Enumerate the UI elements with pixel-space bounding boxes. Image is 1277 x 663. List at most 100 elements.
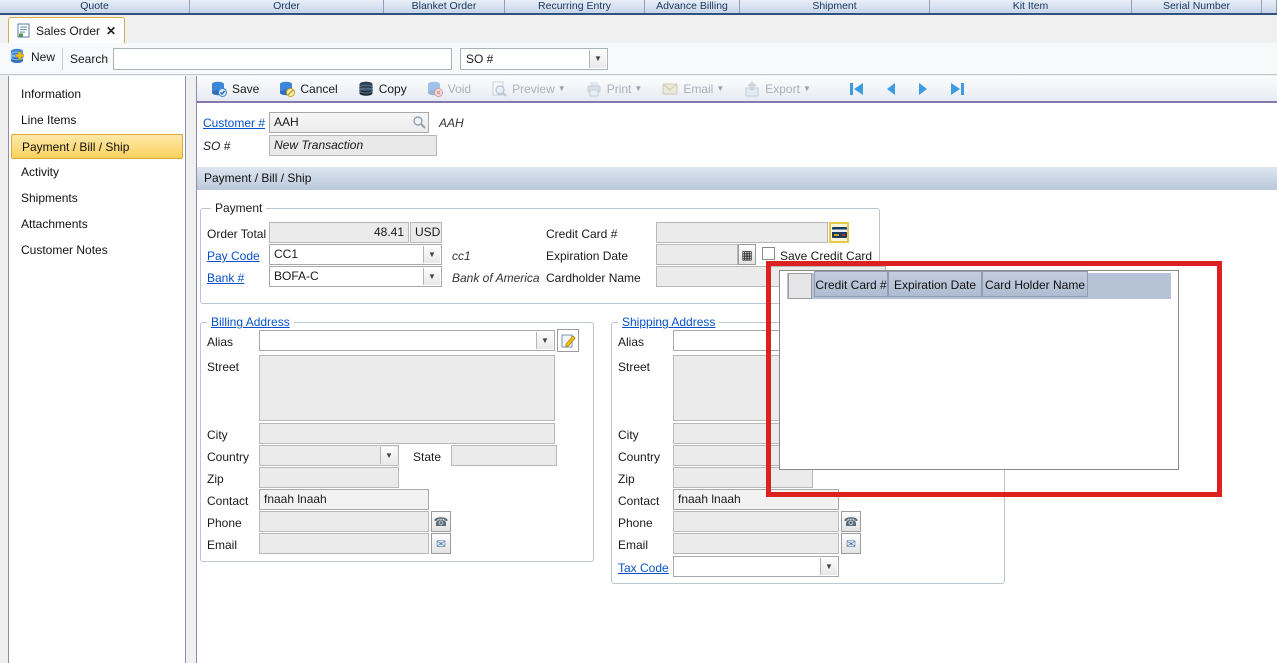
void-button[interactable]: Void [419,79,479,99]
telephone-icon[interactable]: ☎ [841,511,861,532]
save-credit-card-label: Save Credit Card [780,249,873,263]
shipping-city-label: City [618,428,639,442]
chevron-down-icon: ▼ [557,84,566,93]
grid-column-card-holder-name[interactable]: Card Holder Name [982,271,1088,297]
bank-number-select[interactable]: BOFA-C ▼ [269,266,442,287]
sidebar-item-activity[interactable]: Activity [11,160,183,185]
edit-address-pencil-icon[interactable] [557,329,579,352]
credit-card-input[interactable] [656,222,828,243]
chevron-down-icon[interactable]: ▼ [423,246,440,263]
copy-button[interactable]: Copy [350,79,415,99]
module-tab-shipment[interactable]: Shipment [740,0,930,13]
shipping-street-label: Street [618,360,651,374]
export-icon [745,81,759,96]
module-tab-quote[interactable]: Quote [0,0,190,13]
chevron-down-icon[interactable]: ▼ [423,268,440,285]
billing-address-link[interactable]: Billing Address [207,315,294,329]
close-icon[interactable]: ✕ [106,24,116,38]
export-button[interactable]: Export ▼ [736,79,819,99]
magnifier-icon[interactable] [412,115,426,130]
search-filter-select[interactable]: SO # ▼ [460,48,608,70]
order-total-input: 48.41 [269,222,409,243]
expiration-date-input[interactable] [656,244,738,265]
bank-echo: Bank of America [452,271,540,285]
shipping-email-input[interactable] [673,533,839,554]
envelope-icon[interactable]: ✉ [431,533,451,554]
saved-credit-cards-grid[interactable]: Credit Card # Expiration Date Card Holde… [779,270,1179,470]
billing-contact-input[interactable]: fnaah lnaah [259,489,429,510]
module-tab-advance-billing[interactable]: Advance Billing [645,0,740,13]
sidebar-item-information[interactable]: Information [11,82,183,107]
module-tab-kit-item[interactable]: Kit Item [930,0,1132,13]
credit-card-label: Credit Card # [546,227,618,241]
save-credit-card-checkbox[interactable] [762,247,775,260]
module-tab-serial-number[interactable]: Serial Number [1132,0,1262,13]
envelope-icon[interactable]: ✉ [841,533,861,554]
email-button[interactable]: Email ▼ [654,79,732,99]
preview-icon [492,81,507,97]
so-number-input[interactable]: New Transaction [269,135,437,156]
billing-zip-label: Zip [207,472,224,486]
billing-street-input[interactable] [259,355,555,421]
credit-card-icon[interactable] [829,222,849,243]
sidebar-item-payment-bill-ship[interactable]: Payment / Bill / Ship [11,134,183,159]
billing-phone-input[interactable] [259,511,429,532]
tab-sales-order[interactable]: Sales Order ✕ [8,17,126,43]
sidebar-item-attachments[interactable]: Attachments [11,212,183,237]
billing-email-label: Email [207,538,238,552]
search-input[interactable] [113,48,452,70]
module-tab-blanket-order[interactable]: Blanket Order [384,0,505,13]
billing-city-input[interactable] [259,423,555,444]
save-button[interactable]: Save [203,79,267,99]
billing-state-label: State [413,450,442,464]
module-tab-order[interactable]: Order [190,0,384,13]
billing-zip-input[interactable] [259,467,399,488]
shipping-address-link[interactable]: Shipping Address [618,315,720,329]
telephone-icon[interactable]: ☎ [431,511,451,532]
chevron-down-icon[interactable]: ▼ [380,447,397,464]
preview-button[interactable]: Preview ▼ [483,79,574,99]
module-tab-strip: Quote Order Blanket Order Recurring Entr… [0,0,1277,13]
pay-code-link[interactable]: Pay Code [207,246,260,266]
sidebar-item-line-items[interactable]: Line Items [11,108,183,133]
sidebar-item-shipments[interactable]: Shipments [11,186,183,211]
calendar-grid-icon[interactable]: ▦ [738,244,756,265]
chevron-down-icon[interactable]: ▼ [820,558,837,575]
module-tab-recurring-entry[interactable]: Recurring Entry [505,0,645,13]
shipping-zip-label: Zip [618,472,635,486]
last-record-button[interactable] [941,80,973,98]
sidebar-item-customer-notes[interactable]: Customer Notes [11,238,183,263]
chevron-down-icon[interactable]: ▼ [536,332,553,349]
chevron-down-icon: ▼ [802,84,811,93]
shipping-phone-input[interactable] [673,511,839,532]
new-button[interactable]: New [10,48,55,65]
record-toolbar: Save Cancel Copy Void Preview ▼ Print ▼ … [197,76,1277,103]
grid-empty-body[interactable] [787,299,1171,465]
previous-record-button[interactable] [877,80,905,98]
billing-email-input[interactable] [259,533,429,554]
sales-order-document-icon [17,23,30,38]
next-record-button[interactable] [909,80,937,98]
grid-row-selector-header[interactable] [788,273,812,299]
pay-code-select[interactable]: CC1 ▼ [269,244,442,265]
bank-number-link[interactable]: Bank # [207,268,244,288]
payment-group-legend: Payment [211,201,267,215]
billing-country-select[interactable]: ▼ [259,445,399,466]
shipping-contact-input[interactable]: fnaah lnaah [673,489,839,510]
chevron-down-icon[interactable]: ▼ [589,50,606,68]
tax-code-select[interactable]: ▼ [673,556,839,577]
new-button-label: New [31,49,56,64]
print-button[interactable]: Print ▼ [578,79,651,99]
cancel-button[interactable]: Cancel [271,79,345,99]
grid-column-expiration-date[interactable]: Expiration Date [888,271,982,297]
first-record-button[interactable] [841,80,873,98]
billing-state-input[interactable] [451,445,557,466]
grid-column-credit-card[interactable]: Credit Card # [814,271,888,297]
customer-number-link[interactable]: Customer # [203,113,265,133]
shipping-zip-input[interactable] [673,467,813,488]
shipping-phone-label: Phone [618,516,653,530]
customer-number-input[interactable]: AAH [269,112,429,133]
billing-alias-select[interactable]: ▼ [259,330,555,351]
document-tab-row: Sales Order ✕ [0,15,1277,43]
tax-code-link[interactable]: Tax Code [618,558,669,578]
